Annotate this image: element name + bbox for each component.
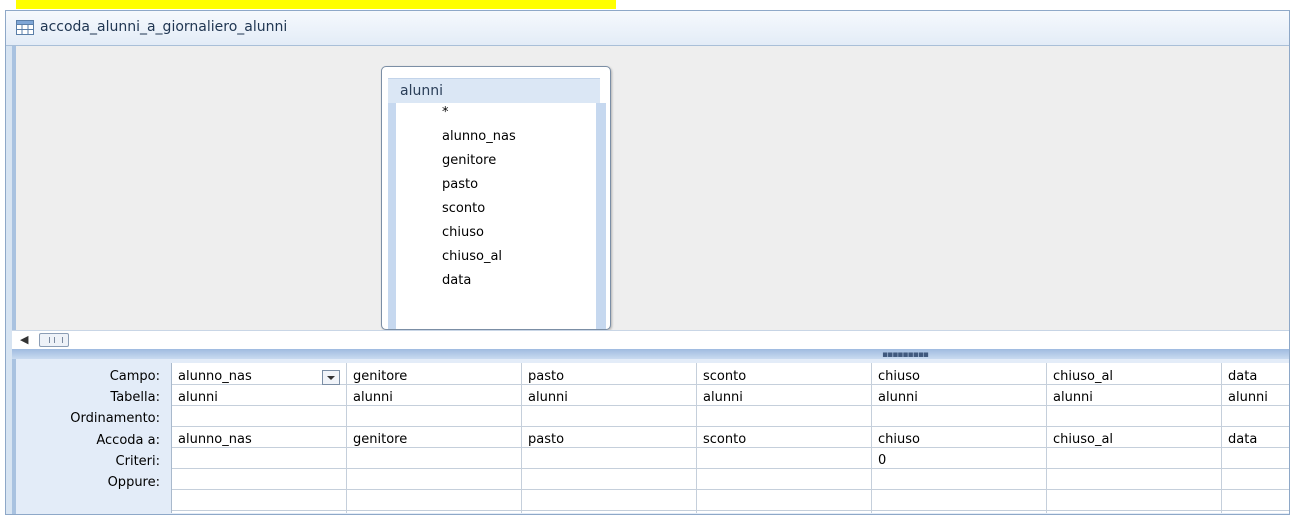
grid-column[interactable]: chiuso_al alunni chiuso_al [1047,363,1222,513]
cell-campo[interactable]: genitore [353,369,407,384]
cell-accoda[interactable]: pasto [528,432,564,447]
field-item-genitore[interactable]: genitore [442,153,496,168]
query-design-icon [16,20,34,35]
cell-tabella[interactable]: alunni [528,390,568,405]
cell-campo[interactable]: sconto [703,369,746,384]
field-item-chiuso-al[interactable]: chiuso_al [442,249,502,264]
cell-accoda[interactable]: data [1228,432,1257,447]
chevron-down-icon[interactable] [322,370,340,385]
row-label-tabella: Tabella: [110,390,160,405]
cell-tabella[interactable]: alunni [178,390,218,405]
grid-column[interactable]: data alunni data [1222,363,1290,513]
scrollbar-thumb[interactable] [39,333,69,347]
cell-campo[interactable]: alunno_nas [178,369,252,384]
cell-tabella[interactable]: alunni [878,390,918,405]
row-label-oppure: Oppure: [107,475,160,490]
grid-column[interactable]: pasto alunni pasto [522,363,697,513]
row-label-ordinamento: Ordinamento: [70,411,160,426]
cell-criteri[interactable]: 0 [878,453,886,468]
cell-tabella[interactable]: alunni [1228,390,1268,405]
field-item-pasto[interactable]: pasto [442,177,478,192]
row-label-criteri: Criteri: [115,454,160,469]
field-item-data[interactable]: data [442,273,471,288]
cell-campo[interactable]: chiuso [878,369,920,384]
table-box-title: alunni [400,83,443,99]
cell-accoda[interactable]: alunno_nas [178,432,252,447]
pane-splitter[interactable]: ▪▪▪▪▪▪▪▪▪ [12,349,1289,360]
cell-tabella[interactable]: alunni [703,390,743,405]
document-highlight-strip [0,0,1290,10]
cell-tabella[interactable]: alunni [1053,390,1093,405]
table-box-header[interactable]: alunni [388,78,600,103]
table-box-alunni[interactable]: alunni * alunno_nas genitore pasto scont… [381,66,611,330]
scroll-left-arrow-icon[interactable]: ◀ [20,333,28,346]
cell-accoda[interactable]: sconto [703,432,746,447]
cell-accoda[interactable]: chiuso_al [1053,432,1113,447]
table-box-left-edge [388,103,396,329]
grid-column[interactable]: alunno_nas alunni alunno_nas [172,363,347,513]
cell-campo[interactable]: pasto [528,369,564,384]
query-design-window: accoda_alunni_a_giornaliero_alunni alunn… [5,10,1290,515]
row-label-campo: Campo: [109,369,160,384]
window-title: accoda_alunni_a_giornaliero_alunni [40,19,288,35]
cell-campo[interactable]: chiuso_al [1053,369,1113,384]
text-highlight [16,0,616,9]
horizontal-scrollbar[interactable]: ◀ [12,330,1289,349]
table-design-area[interactable]: alunni * alunno_nas genitore pasto scont… [12,46,1289,330]
cell-campo[interactable]: data [1228,369,1257,384]
field-item-all[interactable]: * [442,105,449,120]
grid-column[interactable]: sconto alunni sconto [697,363,872,513]
cell-tabella[interactable]: alunni [353,390,393,405]
cell-accoda[interactable]: chiuso [878,432,920,447]
query-design-grid[interactable]: alunno_nas alunni alunno_nas genitore al… [171,363,1289,513]
row-label-accoda: Accoda a: [96,433,160,448]
field-item-chiuso[interactable]: chiuso [442,225,484,240]
table-box-scrollbar[interactable] [596,103,606,329]
field-item-sconto[interactable]: sconto [442,201,485,216]
cell-accoda[interactable]: genitore [353,432,407,447]
field-item-alunno-nas[interactable]: alunno_nas [442,129,516,144]
grid-column[interactable]: genitore alunni genitore [347,363,522,513]
grid-column[interactable]: chiuso alunni chiuso 0 [872,363,1047,513]
query-grid-area: Campo: Tabella: Ordinamento: Accoda a: C… [12,359,1289,514]
window-titlebar[interactable]: accoda_alunni_a_giornaliero_alunni [6,11,1289,46]
